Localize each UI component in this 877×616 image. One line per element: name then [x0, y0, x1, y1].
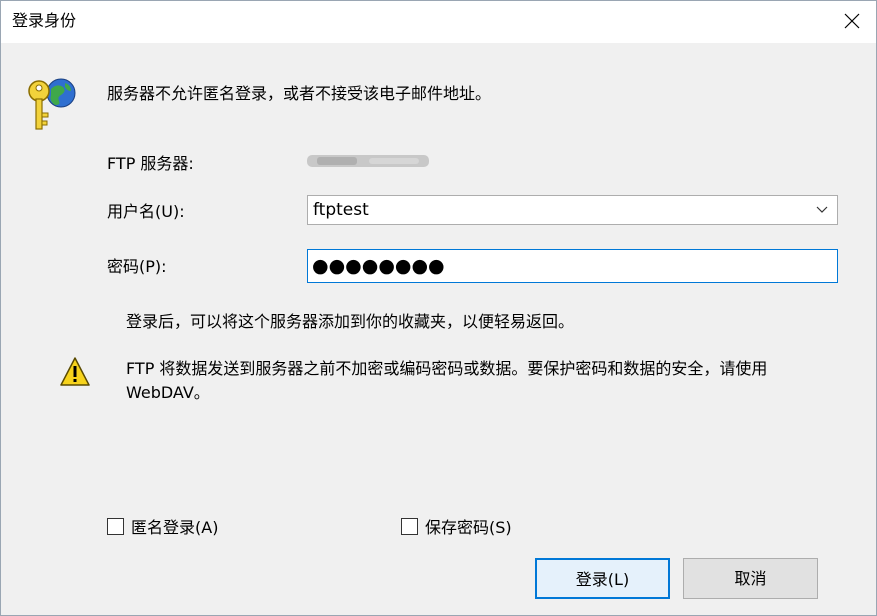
save-password-label[interactable]: 保存密码(S)	[425, 517, 512, 539]
title-bar: 登录身份	[1, 1, 876, 43]
server-label: FTP 服务器:	[107, 154, 194, 173]
favorites-note: 登录后，可以将这个服务器添加到你的收藏夹，以便轻易返回。	[126, 312, 575, 331]
close-icon	[844, 13, 860, 29]
dialog-title: 登录身份	[12, 11, 77, 30]
security-warning: FTP 将数据发送到服务器之前不加密或编码密码或数据。要保护密码和数据的安全，请…	[126, 359, 768, 402]
login-dialog: 登录身份 服务器不允许匿名登录，或者不接受该电子邮件地址。 FTP 服务器: 用…	[0, 0, 877, 616]
key-globe-icon	[28, 78, 76, 130]
cancel-button[interactable]: 取消	[683, 558, 818, 599]
username-label: 用户名(U):	[107, 202, 185, 221]
warning-icon	[60, 357, 90, 386]
password-value: ●●●●●●●●	[312, 255, 445, 277]
username-combobox[interactable]: ftptest	[307, 195, 838, 225]
password-field[interactable]: ●●●●●●●●	[307, 249, 838, 283]
username-value: ftptest	[313, 200, 369, 220]
password-label: 密码(P):	[107, 257, 167, 276]
anonymous-login-checkbox[interactable]	[107, 518, 124, 535]
save-password-checkbox[interactable]	[401, 518, 418, 535]
chevron-down-icon[interactable]	[816, 206, 828, 214]
close-button[interactable]	[830, 1, 876, 41]
auth-message: 服务器不允许匿名登录，或者不接受该电子邮件地址。	[107, 84, 492, 103]
anonymous-login-label[interactable]: 匿名登录(A)	[131, 517, 218, 539]
server-address-redacted	[307, 155, 429, 167]
login-button[interactable]: 登录(L)	[535, 558, 670, 599]
